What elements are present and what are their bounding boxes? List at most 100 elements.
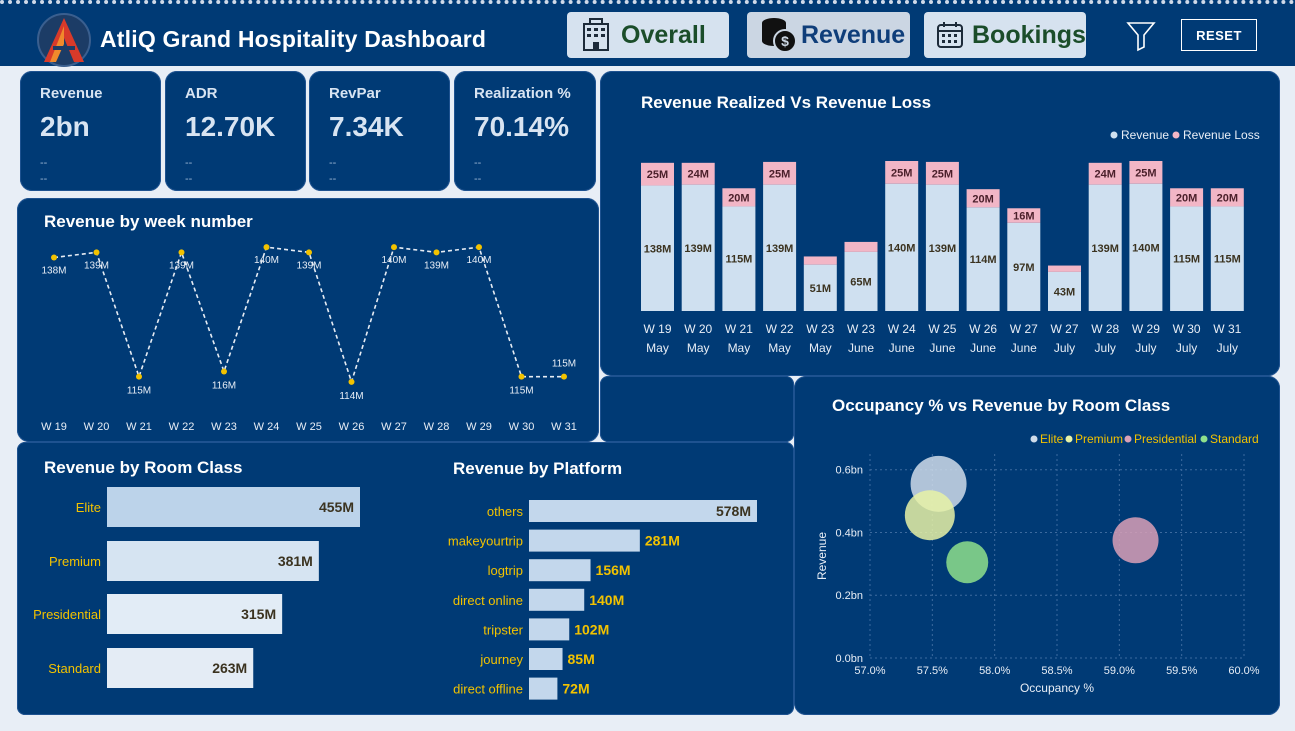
data-label: 139M [169,260,194,271]
nav-bookings-button[interactable]: Bookings [924,12,1086,58]
header-bar: AtliQ Grand Hospitality Dashboard Overal… [0,0,1295,67]
kpi-label: RevPar [329,85,381,102]
bubble-premium[interactable] [904,490,955,541]
reset-button[interactable]: RESET [1181,19,1257,51]
legend-label: Premium [1075,432,1123,446]
bar-label-loss: 25M [1135,167,1156,179]
bar-label-revenue: 140M [1132,242,1160,254]
bar-revenue-loss[interactable] [1048,265,1081,272]
kpi-value: 70.14% [474,111,569,142]
line-point[interactable] [561,373,567,380]
bar-label-loss: 16M [1013,211,1034,223]
data-label: 138M [41,266,66,277]
x-tick-label: W 23 [211,421,237,433]
x-tick-label: W 30 [509,421,535,433]
x-axis-label: Occupancy % [1020,681,1094,695]
x-tick-label: July [1095,341,1116,355]
x-tick-label: 60.0% [1228,665,1259,677]
x-tick-label: W 21 [725,322,753,336]
x-tick-label: July [1176,341,1197,355]
empty-panel [600,376,794,442]
x-tick-label: W 24 [888,322,916,336]
bar-label-loss: 24M [687,169,708,181]
bar-value-label: 102M [574,621,609,637]
x-tick-label: W 20 [684,322,712,336]
bar-revenue-loss[interactable] [844,241,878,252]
bubble-presidential[interactable] [1112,517,1159,564]
x-tick-label: 58.0% [979,665,1010,677]
x-tick-label: W 31 [1213,322,1241,336]
bar-platform[interactable] [529,529,640,552]
category-label: Presidential [33,607,101,622]
bar-platform[interactable] [529,648,563,670]
line-point[interactable] [136,373,142,380]
revenue-by-room-class-and-platform-chart: 455M Elite 381M Premium 315M Presidential 263M… [33,487,757,700]
y-tick-label: 0.4bn [835,527,863,539]
data-label: 115M [509,386,533,397]
bar-value-label: 263M [212,660,247,676]
bar-platform[interactable] [529,559,591,582]
line-point[interactable] [348,378,355,385]
line-point[interactable] [518,373,525,380]
x-tick-label: 59.0% [1104,665,1135,677]
bubble-standard[interactable] [946,541,989,584]
x-tick-label: W 19 [643,322,671,336]
line-point[interactable] [433,249,440,256]
x-tick-label: July [1054,341,1075,355]
legend-label: Elite [1040,432,1064,446]
data-label: 116M [212,380,236,391]
line-point[interactable] [51,254,57,261]
x-tick-label: W 28 [1091,322,1119,336]
bar-label-revenue: 43M [1054,286,1075,298]
bar-label-revenue: 115M [1173,254,1200,266]
bar-label-revenue: 51M [810,283,831,295]
x-tick-label: W 28 [424,421,450,433]
kpi-sub: -- [185,173,193,185]
data-label: 139M [424,260,449,271]
bar-value-label: 85M [568,651,595,667]
x-tick-label: W 26 [969,322,997,336]
nav-overall-button[interactable]: Overall [567,12,729,58]
category-label: journey [479,652,523,667]
legend-marker [1110,131,1118,139]
calendar-icon [937,22,963,48]
filter-icon[interactable] [1126,20,1156,52]
kpi-sub: -- [40,157,48,169]
x-tick-label: W 27 [1050,322,1078,336]
nav-revenue-button[interactable]: $ Revenue [747,12,910,58]
bar-platform[interactable] [529,588,585,611]
category-label: direct online [453,593,523,608]
data-label: 139M [84,260,109,271]
legend-marker [1200,435,1208,443]
line-point[interactable] [306,249,312,256]
kpi-sub: -- [329,157,337,169]
bar-label-revenue: 97M [1013,262,1034,274]
bar-revenue-loss[interactable] [803,256,837,265]
line-point[interactable] [221,368,227,375]
data-label: 140M [466,255,491,266]
line-point[interactable] [93,249,100,256]
x-tick-label: W 31 [551,421,577,433]
line-point[interactable] [263,244,270,251]
bar-value-label: 140M [589,592,624,608]
atliq-logo-icon [37,13,91,67]
line-point[interactable] [391,244,397,251]
bar-platform[interactable] [529,618,570,641]
category-label: Standard [48,661,101,676]
x-tick-label: W 21 [126,421,152,433]
revenue-realized-vs-loss-card: Revenue Realized Vs Revenue Loss Revenue… [600,71,1280,376]
x-tick-label: W 24 [254,421,280,433]
x-tick-label: W 27 [1010,322,1038,336]
svg-text:$: $ [781,33,789,49]
line-point[interactable] [178,249,185,256]
line-point[interactable] [476,244,482,251]
bar-value-label: 381M [278,553,313,569]
kpi-value: 7.34K [329,111,404,142]
bar-platform[interactable] [529,677,558,700]
bar-value-label: 156M [596,562,631,578]
bar-label-loss: 20M [1176,192,1197,204]
app-title: AtliQ Grand Hospitality Dashboard [100,26,487,52]
x-tick-label: 58.5% [1041,665,1072,677]
legend-marker [1172,131,1180,139]
kpi-card-revpar: RevPar 7.34K -- -- [309,71,450,191]
